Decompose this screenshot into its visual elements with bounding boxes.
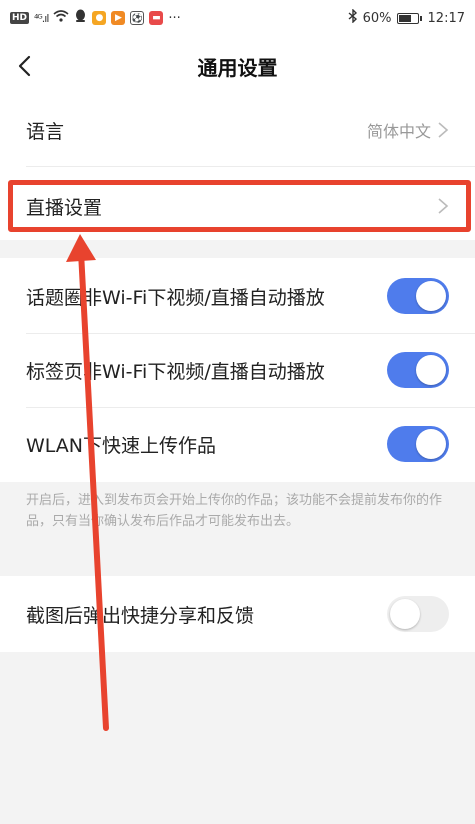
toggle-label: 截图后弹出快捷分享和反馈 bbox=[26, 604, 255, 627]
upload-hint-text: 开启后，进入到发布页会开始上传你的作品；该功能不会提前发布你的作品，只有当你确认… bbox=[26, 493, 443, 529]
clock: 12:17 bbox=[427, 10, 465, 26]
battery-percent: 60% bbox=[362, 10, 392, 26]
hd-badge: HD bbox=[10, 12, 30, 24]
more-notifications-icon: ··· bbox=[168, 10, 181, 26]
battery-icon bbox=[396, 12, 422, 24]
topic-autoplay-toggle[interactable] bbox=[387, 278, 449, 314]
chevron-right-icon bbox=[438, 122, 449, 138]
tag-autoplay-toggle[interactable] bbox=[387, 352, 449, 388]
divider bbox=[26, 166, 475, 167]
play-app-icon: ▶ bbox=[111, 11, 126, 25]
bluetooth-icon bbox=[348, 8, 358, 27]
wlan-upload-row: WLAN下快速上传作品 bbox=[0, 408, 475, 480]
cellular-signal-icon: ⁴ᴳ.ıl bbox=[34, 11, 49, 25]
language-label: 语言 bbox=[26, 120, 65, 143]
app-icon-red: ▬ bbox=[149, 11, 164, 25]
status-bar: HD ⁴ᴳ.ıl ● ▶ ⚽ ▬ ··· 60% 12:17 bbox=[0, 0, 475, 36]
toggle-label: 标签页非Wi-Fi下视频/直播自动播放 bbox=[26, 360, 325, 383]
live-settings-label: 直播设置 bbox=[26, 196, 103, 219]
back-arrow-icon[interactable] bbox=[14, 54, 38, 78]
qq-app-icon bbox=[74, 9, 87, 27]
nav-header: 通用设置 bbox=[0, 36, 475, 96]
topic-autoplay-row: 话题圈非Wi-Fi下视频/直播自动播放 bbox=[0, 260, 475, 332]
chevron-right-icon bbox=[438, 198, 449, 214]
screenshot-share-row: 截图后弹出快捷分享和反馈 bbox=[0, 578, 475, 650]
language-row[interactable]: 语言 简体中文 bbox=[0, 96, 475, 164]
page-title: 通用设置 bbox=[197, 55, 278, 80]
screenshot-share-toggle[interactable] bbox=[387, 596, 449, 632]
app-icon-orange: ● bbox=[92, 11, 107, 25]
wifi-icon bbox=[53, 10, 69, 26]
wlan-upload-toggle[interactable] bbox=[387, 426, 449, 462]
live-settings-row[interactable]: 直播设置 bbox=[0, 174, 475, 238]
tag-autoplay-row: 标签页非Wi-Fi下视频/直播自动播放 bbox=[0, 334, 475, 406]
language-value: 简体中文 bbox=[366, 122, 431, 141]
ball-app-icon: ⚽ bbox=[130, 11, 145, 25]
toggle-label: WLAN下快速上传作品 bbox=[26, 434, 217, 457]
toggle-label: 话题圈非Wi-Fi下视频/直播自动播放 bbox=[26, 286, 325, 309]
